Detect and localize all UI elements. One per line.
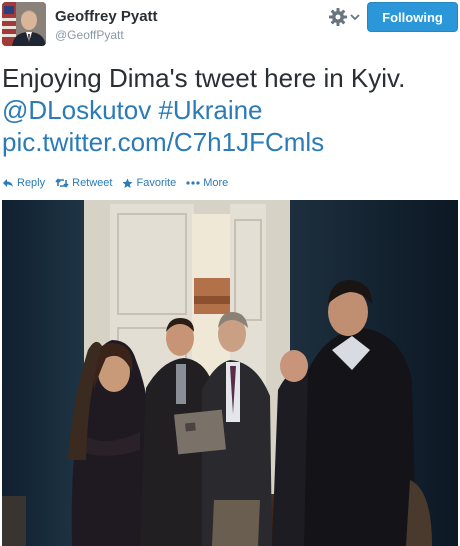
retweet-label: Retweet xyxy=(72,177,113,189)
pic-link[interactable]: pic.twitter.com/C7h1JFCmls xyxy=(2,127,324,157)
gear-icon xyxy=(329,8,347,26)
retweet-action[interactable]: Retweet xyxy=(55,175,112,191)
avatar[interactable] xyxy=(2,2,46,46)
reply-icon xyxy=(3,179,13,187)
reply-label: Reply xyxy=(17,177,46,189)
tweet-header: Geoffrey Pyatt @GeoffPyatt Following xyxy=(0,0,460,52)
user-actions-menu[interactable] xyxy=(328,6,368,28)
photo-image xyxy=(2,200,458,546)
reply-action[interactable]: Reply xyxy=(2,175,45,191)
author-name[interactable]: Geoffrey Pyatt xyxy=(55,8,158,25)
favorite-action[interactable]: Favorite xyxy=(122,175,176,191)
chevron-down-icon xyxy=(350,14,360,21)
retweet-icon xyxy=(55,178,69,188)
tweet-text: Enjoying Dima's tweet here in Kyiv. @DLo… xyxy=(2,62,458,158)
tweet-photo[interactable] xyxy=(2,200,458,546)
mention-link[interactable]: @DLoskutov xyxy=(2,95,151,125)
following-button[interactable]: Following xyxy=(367,2,458,32)
author-handle[interactable]: @GeoffPyatt xyxy=(55,28,124,42)
more-action[interactable]: More xyxy=(186,175,228,191)
hashtag-link[interactable]: #Ukraine xyxy=(158,95,262,125)
avatar-image xyxy=(2,2,46,46)
more-dots-icon xyxy=(186,181,200,185)
tweet-text-plain: Enjoying Dima's tweet here in Kyiv. xyxy=(2,63,406,93)
tweet-actions: Reply Retweet Favorite More xyxy=(2,175,228,191)
more-label: More xyxy=(203,177,229,189)
star-icon xyxy=(122,178,133,188)
favorite-label: Favorite xyxy=(136,177,177,189)
